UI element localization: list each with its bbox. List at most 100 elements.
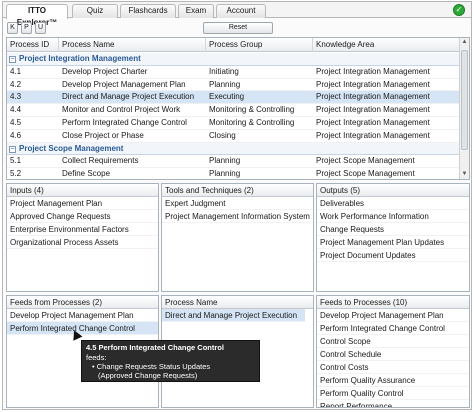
k-button[interactable]: K (7, 22, 18, 34)
cell-process-group: Planning (209, 156, 241, 166)
cell-knowledge-area: Project Scope Management (316, 156, 415, 166)
tab-account[interactable]: Account (216, 4, 266, 18)
cell-process-name: Collect Requirements (62, 156, 139, 166)
outputs-panel: Outputs (5) Deliverables Work Performanc… (316, 183, 470, 292)
collapse-icon[interactable]: − (9, 145, 16, 153)
cell-process-group: Initiating (209, 66, 239, 76)
cell-process-id: 5.1 (10, 156, 22, 166)
tools-panel: Tools and Techniques (2) Expert Judgment… (161, 183, 314, 292)
list-item[interactable]: Project Management Plan Updates (317, 236, 469, 249)
cell-knowledge-area: Project Integration Management (316, 92, 430, 102)
group-title: Project Scope Management (19, 143, 124, 153)
cell-process-group: Planning (209, 79, 241, 89)
list-item[interactable]: Control Schedule (317, 348, 469, 361)
list-item[interactable]: Report Performance (317, 400, 469, 407)
cell-process-name: Develop Project Management Plan (62, 79, 186, 89)
feeds-to-header: Feeds to Processes (10) (317, 296, 469, 309)
group-title: Project Integration Management (19, 54, 141, 63)
cell-process-group: Executing (209, 92, 245, 102)
list-item[interactable]: Change Requests (317, 223, 469, 236)
cell-knowledge-area: Project Scope Management (316, 169, 415, 179)
p-button[interactable]: P (21, 22, 32, 34)
inputs-header: Inputs (4) (7, 184, 158, 197)
list-item[interactable]: Develop Project Management Plan (317, 309, 469, 322)
scroll-up-icon[interactable]: ▲ (460, 38, 469, 47)
inputs-panel: Inputs (4) Project Management Plan Appro… (6, 183, 159, 292)
grid-scrollbar[interactable]: ▲ ▼ (459, 38, 469, 179)
list-item[interactable]: Project Management Information System (162, 210, 313, 223)
table-row[interactable]: 4.2 Develop Project Management Plan Plan… (7, 79, 461, 92)
list-item[interactable]: Control Scope (317, 335, 469, 348)
tab-quiz[interactable]: Quiz (72, 4, 118, 18)
status-check-icon: ✓ (453, 4, 465, 16)
column-header-process-id[interactable]: Process ID (7, 38, 59, 52)
list-item-selected[interactable]: Perform Integrated Change Control (7, 322, 158, 335)
list-item[interactable]: Approved Change Requests (7, 210, 158, 223)
reset-button[interactable]: Reset (203, 22, 273, 34)
cell-knowledge-area: Project Integration Management (316, 66, 430, 76)
process-grid: Process ID Process Name Process Group Kn… (6, 37, 470, 180)
group-header-integration[interactable]: − Project Integration Management (7, 53, 461, 66)
cell-process-id: 4.1 (10, 66, 22, 76)
cell-process-group: Closing (209, 130, 236, 140)
feeds-to-panel: Feeds to Processes (10) Develop Project … (316, 295, 470, 408)
tab-flashcards[interactable]: Flashcards (120, 4, 176, 18)
table-row[interactable]: 5.1 Collect Requirements Planning Projec… (7, 155, 461, 169)
cell-process-id: 4.6 (10, 130, 22, 140)
cell-process-group: Monitoring & Controlling (209, 105, 295, 115)
tab-itto-explorer[interactable]: ITTO Explorer™ (6, 4, 68, 27)
column-header-knowledge-area[interactable]: Knowledge Area (313, 38, 461, 52)
list-item[interactable]: Project Document Updates (317, 249, 469, 262)
tooltip-line: (Approved Change Requests) (98, 371, 198, 380)
tooltip-title: 4.5 Perform Integrated Change Control (86, 343, 224, 352)
list-item[interactable]: Deliverables (317, 197, 469, 210)
list-item[interactable]: Perform Quality Assurance (317, 374, 469, 387)
cell-process-id: 5.2 (10, 169, 22, 179)
list-item[interactable]: Expert Judgment (162, 197, 313, 210)
scroll-down-icon[interactable]: ▼ (460, 170, 469, 179)
list-item[interactable]: Perform Integrated Change Control (317, 322, 469, 335)
toolbar: K P U Reset (3, 19, 471, 35)
list-item-selected[interactable]: Direct and Manage Project Execution (162, 309, 305, 322)
bullet-icon: • (92, 362, 95, 371)
table-row[interactable]: 4.1 Develop Project Charter Initiating P… (7, 66, 461, 79)
cell-process-id: 4.2 (10, 79, 22, 89)
process-name-header: Process Name (162, 296, 313, 309)
table-row-selected[interactable]: 4.3 Direct and Manage Project Execution … (7, 91, 461, 105)
cell-knowledge-area: Project Integration Management (316, 117, 430, 127)
group-header-scope[interactable]: − Project Scope Management (7, 142, 461, 156)
list-item[interactable]: Work Performance Information (317, 210, 469, 223)
table-row[interactable]: 4.4 Monitor and Control Project Work Mon… (7, 104, 461, 117)
list-item[interactable]: Organizational Process Assets (7, 236, 158, 249)
cell-process-group: Monitoring & Controlling (209, 117, 295, 127)
outputs-header: Outputs (5) (317, 184, 469, 197)
cell-knowledge-area: Project Integration Management (316, 79, 430, 89)
collapse-icon[interactable]: − (9, 56, 16, 63)
list-item[interactable]: Control Costs (317, 361, 469, 374)
tooltip-item: • Change Requests Status Updates (86, 362, 255, 371)
tools-header: Tools and Techniques (2) (162, 184, 313, 197)
cell-process-name: Monitor and Control Project Work (62, 105, 181, 115)
cell-process-id: 4.5 (10, 117, 22, 127)
column-header-process-name[interactable]: Process Name (59, 38, 206, 52)
cell-knowledge-area: Project Integration Management (316, 105, 430, 115)
u-button[interactable]: U (35, 22, 46, 34)
tab-exam[interactable]: Exam (178, 4, 214, 18)
list-item[interactable]: Project Management Plan (7, 197, 158, 210)
column-header-process-group[interactable]: Process Group (206, 38, 313, 52)
scroll-thumb[interactable] (461, 50, 468, 150)
cell-knowledge-area: Project Integration Management (316, 130, 430, 140)
list-item[interactable]: Perform Quality Control (317, 387, 469, 400)
cell-process-id: 4.3 (10, 92, 22, 102)
tooltip: 4.5 Perform Integrated Change Control fe… (81, 340, 260, 382)
cell-process-name: Develop Project Charter (62, 66, 148, 76)
feeds-from-header: Feeds from Processes (2) (7, 296, 158, 309)
tab-bar: ITTO Explorer™ Quiz Flashcards Exam Acco… (3, 2, 471, 27)
tooltip-subtitle: feeds: (86, 353, 107, 362)
list-item[interactable]: Develop Project Management Plan (7, 309, 158, 322)
cell-process-name: Close Project or Phase (62, 130, 144, 140)
table-row[interactable]: 4.5 Perform Integrated Change Control Mo… (7, 117, 461, 130)
table-row[interactable]: 5.2 Define Scope Planning Project Scope … (7, 168, 461, 179)
table-row[interactable]: 4.6 Close Project or Phase Closing Proje… (7, 130, 461, 143)
list-item[interactable]: Enterprise Environmental Factors (7, 223, 158, 236)
